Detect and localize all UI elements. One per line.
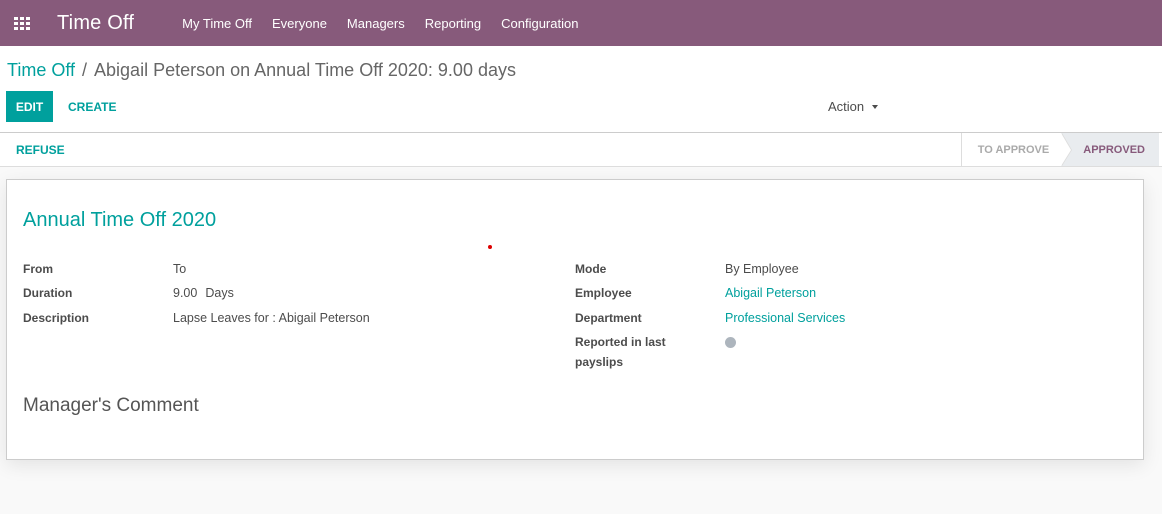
duration-label: Duration xyxy=(23,286,73,300)
employee-link[interactable]: Abigail Peterson xyxy=(725,283,816,303)
reported-status-dot-icon xyxy=(725,337,736,348)
breadcrumb-parent-link[interactable]: Time Off xyxy=(7,60,75,81)
main-menu: My Time Off Everyone Managers Reporting … xyxy=(172,0,588,46)
menu-item-my-time-off[interactable]: My Time Off xyxy=(172,0,262,46)
description-value: Lapse Leaves for : Abigail Peterson xyxy=(173,311,370,325)
menu-item-everyone[interactable]: Everyone xyxy=(262,0,337,46)
mode-label: Mode xyxy=(575,262,607,276)
duration-unit: Days xyxy=(205,286,234,300)
refuse-button[interactable]: REFUSE xyxy=(10,133,71,166)
duration-value: 9.00 Days xyxy=(173,283,234,303)
form-title: Annual Time Off 2020 xyxy=(23,209,217,231)
stage-to-approve[interactable]: TO APPROVE xyxy=(961,133,1072,166)
menu-item-configuration[interactable]: Configuration xyxy=(491,0,588,46)
status-bar: REFUSE TO APPROVE APPROVED xyxy=(0,133,1162,167)
employee-label: Employee xyxy=(575,286,632,300)
department-link[interactable]: Professional Services xyxy=(725,308,845,328)
edit-button[interactable]: EDIT xyxy=(6,91,53,122)
action-label: Action xyxy=(828,99,865,114)
mode-value: By Employee xyxy=(725,262,799,276)
description-label: Description xyxy=(23,311,90,325)
action-dropdown[interactable]: Action xyxy=(828,99,879,114)
from-value: To xyxy=(173,262,187,276)
top-navbar: Time Off My Time Off Everyone Managers R… xyxy=(0,0,1162,46)
from-label: From xyxy=(23,262,53,276)
breadcrumb-separator: / xyxy=(82,60,88,80)
breadcrumb: Time Off / Abigail Peterson on Annual Ti… xyxy=(7,60,516,81)
manager-comment-title: Manager's Comment xyxy=(23,395,199,416)
menu-item-managers[interactable]: Managers xyxy=(337,0,415,46)
stage-pipeline: TO APPROVE APPROVED xyxy=(960,133,1159,166)
stage-approved[interactable]: APPROVED xyxy=(1061,133,1159,166)
duration-number: 9.00 xyxy=(173,286,198,300)
breadcrumb-current: Abigail Peterson on Annual Time Off 2020… xyxy=(94,60,516,80)
reported-label-line2: payslips xyxy=(575,355,624,369)
create-button[interactable]: CREATE xyxy=(62,91,122,122)
cursor-dot xyxy=(488,245,492,249)
control-panel: Time Off / Abigail Peterson on Annual Ti… xyxy=(0,46,1162,133)
department-label: Department xyxy=(575,311,642,325)
form-sheet: Annual Time Off 2020 From To Duration 9.… xyxy=(6,179,1144,460)
caret-down-icon xyxy=(872,105,879,109)
menu-item-reporting[interactable]: Reporting xyxy=(415,0,491,46)
apps-menu-icon[interactable] xyxy=(0,0,44,46)
app-title: Time Off xyxy=(57,11,135,34)
reported-label-line1: Reported in last xyxy=(575,335,666,349)
